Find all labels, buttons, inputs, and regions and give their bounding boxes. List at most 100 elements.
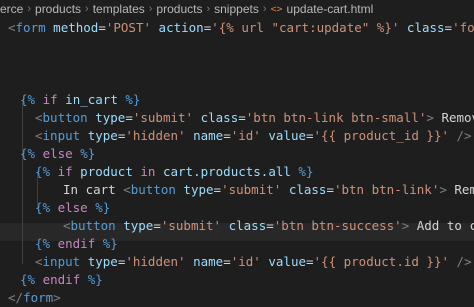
code-token: type xyxy=(80,254,118,269)
code-token: value xyxy=(260,128,306,143)
code-token: > xyxy=(53,290,61,305)
code-token: > xyxy=(426,110,434,125)
code-token: method xyxy=(45,20,99,35)
code-token: = xyxy=(98,20,106,35)
breadcrumb-item[interactable]: products xyxy=(156,2,202,16)
code-token: class xyxy=(193,110,239,125)
code-token: = xyxy=(125,110,133,125)
code-line: {% if in_cart %} xyxy=(20,91,140,109)
code-token: 'btn btn-success' xyxy=(273,218,402,233)
code-token: %} xyxy=(290,164,314,179)
code-line: {% endif %} xyxy=(35,235,118,253)
code-line: <form method='POST' action='{% url "cart… xyxy=(8,19,474,37)
breadcrumb-item[interactable]: snippets xyxy=(214,2,259,16)
code-token: %} xyxy=(102,236,118,251)
code-line: <input type='hidden' name='id' value='{{… xyxy=(35,253,472,271)
code-token: button xyxy=(130,182,176,197)
code-token: {% xyxy=(20,146,36,161)
code-token: 'POST' xyxy=(105,20,152,35)
code-token: input xyxy=(42,128,81,143)
breadcrumb-item[interactable]: products xyxy=(35,2,81,16)
code-token: name xyxy=(185,128,224,143)
code-token: in_cart xyxy=(65,92,118,107)
code-token: %} xyxy=(117,92,141,107)
code-token: = xyxy=(306,128,314,143)
code-token: = xyxy=(306,254,314,269)
code-token: 'hidden' xyxy=(125,128,186,143)
code-token: / xyxy=(449,254,465,269)
code-token: 'submit' xyxy=(132,110,194,125)
code-token: < xyxy=(35,254,43,269)
code-token: < xyxy=(63,218,71,233)
code-token: Remove? xyxy=(441,110,474,125)
chevron-right-icon: › xyxy=(262,3,267,15)
code-token: product xyxy=(80,164,141,179)
code-token: %} xyxy=(80,146,96,161)
code-token: endif xyxy=(50,236,103,251)
code-line: {% endif %} xyxy=(20,271,103,289)
chevron-right-icon: › xyxy=(27,3,32,15)
code-token: '{% url "cart:update" %}' xyxy=(211,20,400,35)
code-token: form xyxy=(23,290,54,305)
code-token: < xyxy=(35,110,43,125)
breadcrumb: erce › products › templates › products ›… xyxy=(0,0,474,18)
html-file-icon: <> xyxy=(270,3,283,15)
code-line: {% else %} xyxy=(35,199,110,217)
code-token: </ xyxy=(8,290,24,305)
code-token: < xyxy=(35,128,43,143)
code-token: value xyxy=(260,254,306,269)
code-token: Remove? xyxy=(454,182,474,197)
chevron-right-icon: › xyxy=(206,3,211,15)
code-token: form xyxy=(15,20,46,35)
code-token: {% xyxy=(20,92,36,107)
code-token: button xyxy=(42,110,88,125)
code-token: if xyxy=(50,164,81,179)
code-token: In cart xyxy=(63,182,124,197)
code-token: '{{ product.id }}' xyxy=(313,254,449,269)
breadcrumb-item[interactable]: erce xyxy=(0,2,23,16)
code-token: {% xyxy=(35,236,51,251)
code-token: button xyxy=(70,218,116,233)
code-token: = xyxy=(444,20,453,35)
code-token: 'submit' xyxy=(160,218,222,233)
code-line: <button type='submit' class='btn btn-suc… xyxy=(63,217,474,235)
code-token: action xyxy=(151,20,204,35)
chevron-right-icon: › xyxy=(85,3,89,15)
code-token: = xyxy=(213,182,222,197)
code-token: = xyxy=(223,128,231,143)
code-token: = xyxy=(326,182,334,197)
code-token: input xyxy=(42,254,81,269)
code-token: else xyxy=(50,200,96,215)
code-token: {% xyxy=(35,164,51,179)
code-token: class xyxy=(281,182,327,197)
code-token: 'btn btn-link btn-small' xyxy=(245,110,427,125)
code-token: 'hidden' xyxy=(125,254,186,269)
breadcrumb-item[interactable]: templates xyxy=(93,2,145,16)
code-token: '{{ product_id }}' xyxy=(313,128,449,143)
code-token: 'btn btn-link' xyxy=(333,182,440,197)
code-token: {% xyxy=(35,200,51,215)
code-editor[interactable]: <form method='POST' action='{% url "cart… xyxy=(0,18,474,307)
code-line: {% if product in cart.products.all %} xyxy=(35,163,313,181)
code-line: {% else %} xyxy=(20,145,95,163)
code-token: 'id' xyxy=(230,128,261,143)
code-line: <button type='submit' class='btn btn-lin… xyxy=(35,109,474,127)
code-token: = xyxy=(223,254,231,269)
code-token: %} xyxy=(87,272,103,287)
code-token: if xyxy=(35,92,66,107)
code-token: in xyxy=(140,164,163,179)
code-token: type xyxy=(87,110,126,125)
code-token: = xyxy=(266,218,274,233)
code-token: < xyxy=(123,182,131,197)
code-token: < xyxy=(8,20,16,35)
breadcrumb-file[interactable]: update-cart.html xyxy=(287,2,374,16)
code-token: {% xyxy=(20,272,36,287)
code-token: 'submit' xyxy=(221,182,282,197)
code-line: <input type='hidden' name='id' value='{{… xyxy=(35,127,472,145)
code-token: /> xyxy=(449,128,472,143)
code-token: type xyxy=(115,218,154,233)
indent-guide xyxy=(22,100,23,264)
code-token: endif xyxy=(35,272,88,287)
code-token: type xyxy=(175,182,214,197)
code-token: type xyxy=(80,128,118,143)
